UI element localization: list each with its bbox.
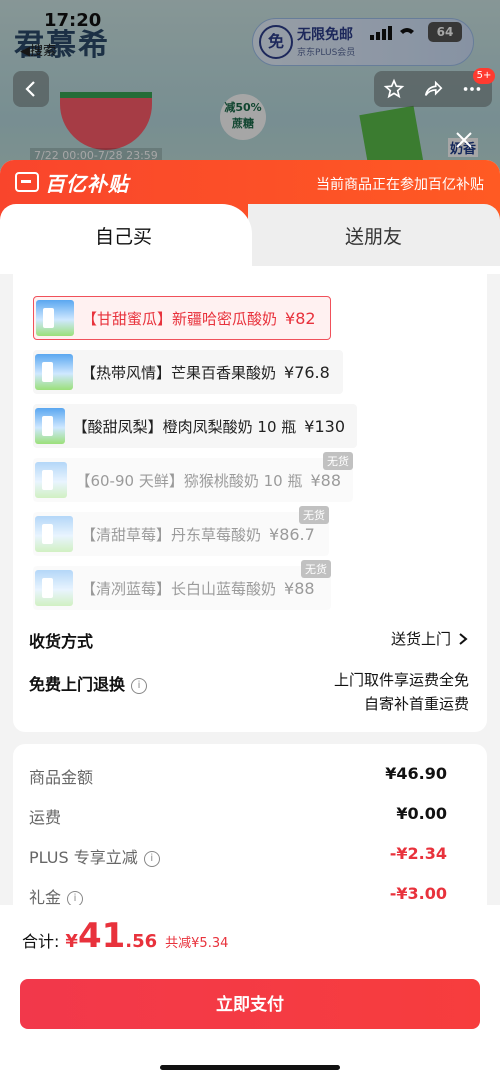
info-icon[interactable]: i <box>131 678 148 694</box>
total-decimal: .56 <box>125 931 158 952</box>
variant-thumbnail <box>35 462 68 498</box>
variant-label: 【60-90 天鲜】猕猴桃酸奶 10 瓶 <box>75 471 303 490</box>
free-return-line2: 自寄补首重运费 <box>363 695 469 713</box>
delivery-method-selector[interactable]: 送货上门 <box>391 628 469 649</box>
variant-label: 【甘甜蜜瓜】新疆哈密瓜酸奶 <box>82 309 278 328</box>
subsidy-logo-icon <box>15 172 39 192</box>
variant-price: ¥76.8 <box>284 362 330 382</box>
plus-discount-row: PLUS 专享立减 i <box>29 844 160 868</box>
variant-option[interactable]: 【热带风情】芒果百香果酸奶 ¥76.8 <box>33 350 343 394</box>
variant-price: ¥88 <box>284 578 315 598</box>
star-icon[interactable] <box>383 78 405 100</box>
total-currency: ¥ <box>65 931 78 952</box>
total-label: 合计: <box>22 932 60 951</box>
out-of-stock-badge: 无货 <box>301 560 331 578</box>
free-return-row: 免费上门退换 i <box>29 671 148 695</box>
variant-label: 【热带风情】芒果百香果酸奶 <box>81 363 277 382</box>
purchase-tabs: 送朋友 自己买 <box>0 204 500 266</box>
plus-discount-label: PLUS 专享立减 <box>29 848 138 867</box>
tab-send-friend[interactable]: 送朋友 <box>248 204 500 266</box>
delivery-method-label: 收货方式 <box>29 632 94 651</box>
variant-option[interactable]: 【清冽蓝莓】长白山蓝莓酸奶 ¥88 无货 <box>33 560 331 610</box>
variant-option[interactable]: 【甘甜蜜瓜】新疆哈密瓜酸奶 ¥82 <box>33 296 331 340</box>
shipping-value: ¥0.00 <box>396 804 447 823</box>
total-integer: 41 <box>77 916 126 956</box>
tab-buy-self-label: 自己买 <box>95 226 153 248</box>
variant-price: ¥88 <box>310 470 341 490</box>
free-return-details: 上门取件享运费全免 自寄补首重运费 <box>334 668 469 716</box>
free-return-label: 免费上门退换 <box>29 675 126 694</box>
order-total: 合计: ¥ 41 .56 共减¥5.34 <box>22 919 228 953</box>
variant-price: ¥130 <box>304 416 345 436</box>
variant-option[interactable]: 【60-90 天鲜】猕猴桃酸奶 10 瓶 ¥88 无货 <box>33 452 353 502</box>
tab-send-friend-label: 送朋友 <box>345 226 403 248</box>
delivery-method-value: 送货上门 <box>390 630 451 648</box>
variant-option[interactable]: 【清甜草莓】丹东草莓酸奶 ¥86.7 无货 <box>33 506 329 556</box>
home-indicator <box>160 1065 340 1070</box>
close-icon[interactable] <box>452 128 476 152</box>
variant-label: 【酸甜凤梨】橙肉凤梨酸奶 10 瓶 <box>72 417 297 436</box>
variant-thumbnail <box>36 300 74 336</box>
subsidy-logo-text: 百亿补贴 <box>45 171 129 196</box>
gift-money-value: -¥3.00 <box>389 884 447 903</box>
price-breakdown-card: 商品金额 ¥46.90 运费 ¥0.00 PLUS 专享立减 i -¥2.34 礼… <box>13 744 487 924</box>
variant-label: 【清甜草莓】丹东草莓酸奶 <box>81 525 262 544</box>
total-savings: 共减¥5.34 <box>165 936 229 951</box>
subtotal-label: 商品金额 <box>29 768 94 787</box>
free-return-line1: 上门取件享运费全免 <box>333 671 469 689</box>
variant-thumbnail <box>35 408 65 444</box>
cart-count-badge: 5+ <box>473 68 495 84</box>
variant-thumbnail <box>35 570 73 606</box>
variant-thumbnail <box>35 354 73 390</box>
variant-thumbnail <box>35 516 73 552</box>
checkout-bar: 合计: ¥ 41 .56 共减¥5.34 立即支付 <box>0 905 500 1082</box>
plus-discount-value: -¥2.34 <box>389 844 447 863</box>
subsidy-notice: 当前商品正在参加百亿补贴 <box>316 177 484 193</box>
subtotal-value: ¥46.90 <box>385 764 447 783</box>
shipping-label: 运费 <box>29 808 62 827</box>
share-icon[interactable] <box>422 78 444 100</box>
variant-option[interactable]: 【酸甜凤梨】橙肉凤梨酸奶 10 瓶 ¥130 <box>33 404 357 448</box>
variant-label: 【清冽蓝莓】长白山蓝莓酸奶 <box>81 579 277 598</box>
pay-now-button[interactable]: 立即支付 <box>20 979 480 1029</box>
chevron-right-icon <box>459 632 468 645</box>
info-icon[interactable]: i <box>143 851 160 867</box>
out-of-stock-badge: 无货 <box>323 452 353 470</box>
variant-price: ¥86.7 <box>269 524 315 544</box>
back-icon <box>25 81 35 97</box>
variant-price: ¥82 <box>285 308 316 328</box>
back-button[interactable] <box>13 71 49 107</box>
subsidy-logo: 百亿补贴 <box>15 168 129 196</box>
out-of-stock-badge: 无货 <box>299 506 329 524</box>
tab-buy-self[interactable]: 自己买 <box>0 204 252 266</box>
options-card: 【甘甜蜜瓜】新疆哈密瓜酸奶 ¥82 【热带风情】芒果百香果酸奶 ¥76.8 【酸… <box>13 272 487 732</box>
